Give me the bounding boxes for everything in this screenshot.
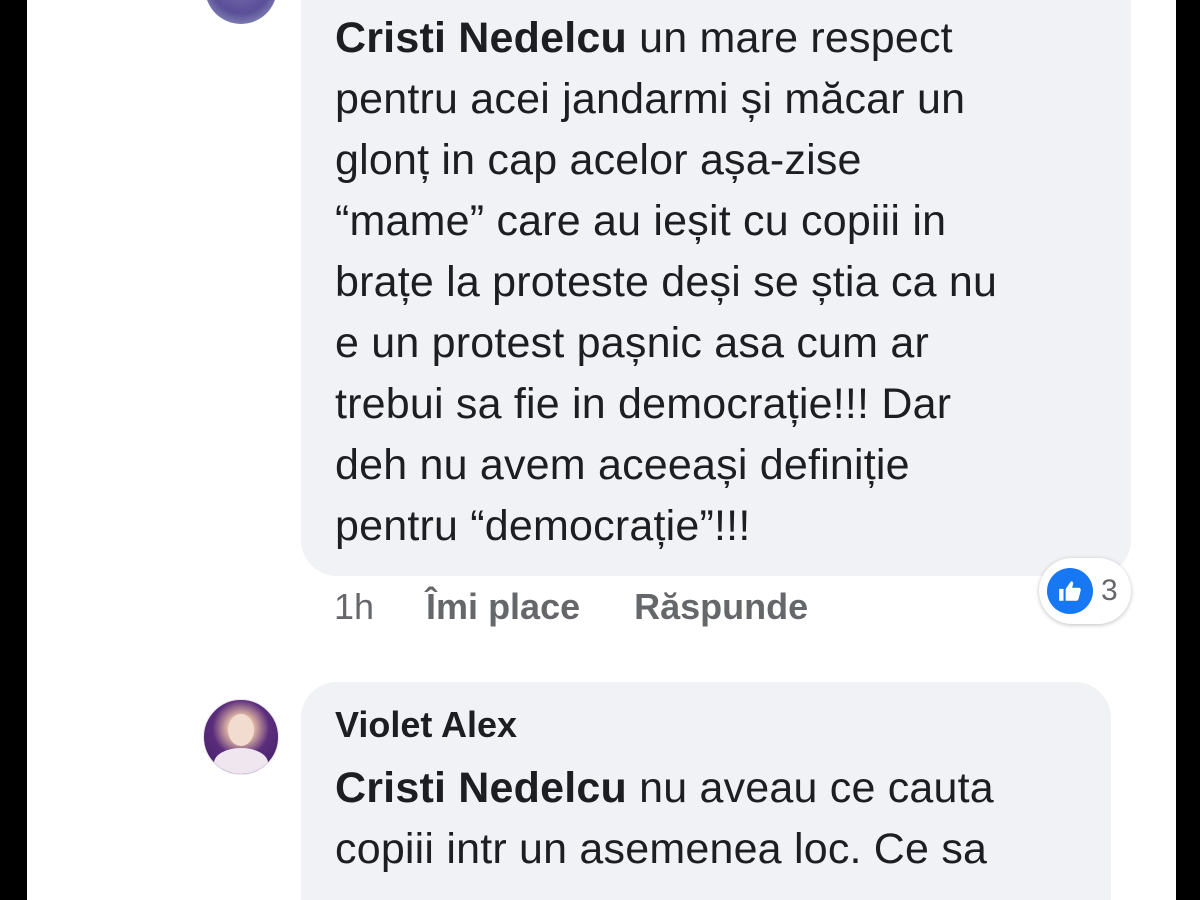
comment-text-line: deh nu avem aceeași definiție <box>335 441 910 489</box>
comments-thread: Cristi Nedelcu un mare respect pentru ac… <box>27 0 1176 900</box>
reply-button[interactable]: Răspunde <box>634 586 808 628</box>
comment-text-line: un mare respect <box>626 14 953 62</box>
comment-text-line: “mame” care au ieșit cu copiii in <box>335 197 947 245</box>
comment-author[interactable]: Violet Alex <box>335 704 517 746</box>
reaction-summary[interactable]: 3 <box>1039 558 1131 624</box>
commenter-avatar[interactable] <box>203 699 279 775</box>
reaction-count: 3 <box>1101 574 1118 607</box>
comment-body: Cristi Nedelcu un mare respect pentru ac… <box>335 8 1111 557</box>
comment-bubble: Violet Alex Cristi Nedelcu nu aveau ce c… <box>301 682 1111 900</box>
like-button[interactable]: Îmi place <box>426 586 580 628</box>
comment-text-line: nu aveau ce cauta <box>626 764 994 812</box>
comment-bubble: Cristi Nedelcu un mare respect pentru ac… <box>301 0 1131 576</box>
comment-text-line: copiii intr un asemenea loc. Ce sa <box>335 825 988 873</box>
commenter-avatar[interactable] <box>205 0 277 24</box>
mention-link[interactable]: Cristi Nedelcu <box>335 764 627 812</box>
mention-link[interactable]: Cristi Nedelcu <box>335 14 627 62</box>
comment-timestamp[interactable]: 1h <box>334 586 374 628</box>
comment-text-line: trebui sa fie in democrație!!! Dar <box>335 380 952 428</box>
comment-actions: 1h Îmi place Răspunde <box>334 585 808 629</box>
comment-text-line: e un protest pașnic asa cum ar <box>335 319 929 367</box>
comment-body: Cristi Nedelcu nu aveau ce cauta copiii … <box>335 758 1091 880</box>
thumbs-up-icon <box>1047 568 1093 614</box>
comment-text-line: pentru “democrație”!!! <box>335 502 751 550</box>
avatar-figure <box>214 748 268 774</box>
comment-text-line: pentru acei jandarmi și măcar un <box>335 75 966 123</box>
comment-text-line: brațe la proteste deși se știa ca nu <box>335 258 998 306</box>
avatar-face <box>228 714 254 746</box>
comment-text-line: glonț in cap acelor așa-zise <box>335 136 862 184</box>
